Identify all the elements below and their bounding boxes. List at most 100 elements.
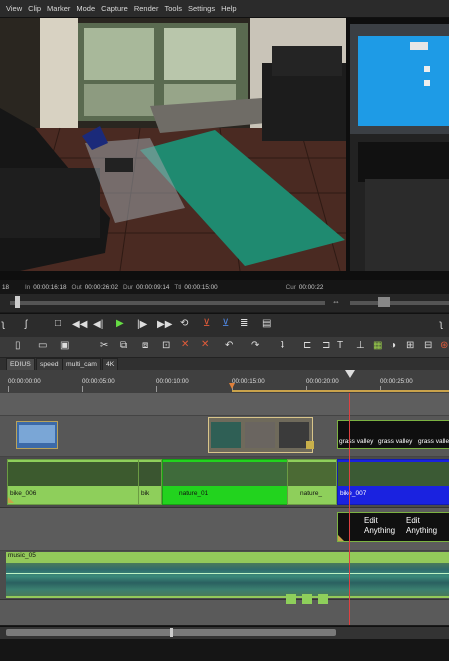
menu-capture[interactable]: Capture [101, 4, 128, 13]
multi-insert-icon[interactable]: ≣ [240, 319, 248, 329]
ruler-label-0: 00:00:00:00 [8, 378, 41, 385]
recorder-monitor[interactable] [350, 24, 449, 271]
video-clip-nature-trunc[interactable]: nature_ [287, 459, 337, 505]
clip-label-edit-2: Edit [406, 516, 420, 525]
transition-icon[interactable]: ⊐ [322, 341, 330, 351]
open-project-icon[interactable]: ▭ [38, 341, 47, 351]
scrub-bar[interactable]: ⇔ [0, 294, 449, 312]
sync-icon[interactable]: ⊥ [356, 341, 365, 351]
playhead-marker[interactable] [345, 370, 355, 378]
replace-icon[interactable]: ▤ [262, 319, 271, 329]
trim-icon[interactable]: ⊏ [303, 341, 311, 351]
delete-gap-icon[interactable]: ✕ [201, 340, 209, 350]
stop-icon[interactable]: □ [55, 319, 61, 329]
loop-icon[interactable]: ⟲ [180, 319, 188, 329]
video-clip-bike-trunc[interactable]: bik [138, 459, 162, 505]
scrub-track[interactable] [10, 301, 325, 305]
in-point-marker[interactable] [229, 383, 235, 389]
delete-icon[interactable]: ⊡ [162, 341, 170, 351]
tc-dur-value: 00:00:09:14 [136, 283, 170, 291]
title-clip-grass-valley[interactable]: grass valley grass valley grass valley [337, 420, 449, 449]
clip-settings-icon[interactable]: ⊟ [424, 341, 432, 351]
tc-ttl-value: 00:00:15:00 [184, 283, 218, 291]
add-marker-icon[interactable]: ʇ [281, 341, 284, 351]
timeline-view-icon[interactable]: ⊞ [406, 341, 414, 351]
title-clip-edit-anything[interactable]: Edit Anything Edit Anything [337, 512, 449, 542]
video-clip-bike-006[interactable]: bike_006 [7, 459, 139, 505]
title-icon[interactable]: T [337, 341, 343, 351]
recorder-video-frame [350, 24, 449, 271]
transition-marker[interactable] [306, 441, 314, 449]
tc-cur-value: 00:00:22 [298, 283, 324, 291]
right-mark-icon[interactable]: ʅ [440, 320, 442, 330]
video-clip-bike-007[interactable]: bike_007 [337, 459, 449, 505]
undo-icon[interactable]: ↶ [225, 341, 233, 351]
fast-forward-icon[interactable]: ▶▶ [157, 320, 172, 330]
menu-mode[interactable]: Mode [76, 4, 95, 13]
scroll-left-marker [170, 628, 173, 637]
copy-icon[interactable]: ⧉ [120, 341, 127, 351]
menu-clip[interactable]: Clip [28, 4, 41, 13]
cut-icon[interactable]: ✂ [100, 341, 108, 351]
redo-icon[interactable]: ↷ [251, 341, 259, 351]
in-out-range [232, 390, 449, 392]
menu-tools[interactable]: Tools [164, 4, 182, 13]
save-project-icon[interactable]: ▣ [60, 341, 69, 351]
overwrite-to-timeline-icon[interactable]: ⊻ [222, 319, 229, 329]
mark-in-icon[interactable]: ʅ [2, 320, 4, 330]
audio-keyframe[interactable] [302, 594, 312, 604]
clip-marker-left[interactable] [8, 497, 14, 503]
render-icon[interactable]: ◑ [390, 341, 396, 351]
menu-bar: View Clip Marker Mode Capture Render Too… [0, 0, 449, 18]
clip-label-music-05: music_05 [8, 552, 36, 559]
recorder-scrub-handle[interactable] [378, 297, 390, 307]
sequence-tabs: EDIUS speed multi_cam 4K [0, 358, 449, 371]
paste-icon[interactable]: ⧈ [142, 341, 148, 351]
link-icon[interactable]: ⇔ [332, 298, 340, 306]
timeline-scrollbar[interactable] [0, 626, 449, 639]
transport-toolbar: ʅ ʃ □ ◀◀ ◀| ▶ |▶ ▶▶ ⟲ ⊻ ⊻ ≣ ▤ ʅ [0, 313, 449, 338]
tc-ttl-label: Ttl [174, 283, 182, 291]
step-forward-icon[interactable]: |▶ [137, 320, 147, 330]
ruler-label-20: 00:00:20:00 [306, 378, 339, 385]
clip-label-grass-valley-2: grass valley [378, 438, 413, 445]
tc-out-value: 00:00:26:02 [84, 283, 118, 291]
video-clip-room[interactable] [208, 417, 313, 453]
tc-out-label: Out [71, 283, 82, 291]
clip-label-grass-valley-1: grass valley [339, 438, 374, 445]
play-icon[interactable]: ▶ [116, 319, 124, 329]
new-sequence-icon[interactable]: ▯ [15, 341, 21, 351]
menu-marker[interactable]: Marker [47, 4, 70, 13]
preview-area [0, 18, 449, 280]
menu-view[interactable]: View [6, 4, 22, 13]
audio-waveform [6, 563, 449, 596]
video-clip-nature-01[interactable]: nature_01 [162, 459, 288, 505]
player-monitor[interactable] [0, 18, 346, 271]
group-icon[interactable]: ▦ [373, 341, 382, 351]
ripple-delete-icon[interactable]: ✕ [181, 340, 189, 350]
audio-keyframe[interactable] [286, 594, 296, 604]
playhead-line[interactable] [349, 393, 350, 625]
timeline-ruler[interactable]: 00:00:00:00 00:00:05:00 00:00:10:00 00:0… [0, 370, 449, 394]
menu-settings[interactable]: Settings [188, 4, 215, 13]
clip-label-bike-trunc: bik [141, 490, 150, 497]
title-clip-marker[interactable] [338, 535, 344, 541]
menu-help[interactable]: Help [221, 4, 236, 13]
ruler-label-15: 00:00:15:00 [232, 378, 265, 385]
audio-keyframe[interactable] [318, 594, 328, 604]
mark-out-icon[interactable]: ʃ [25, 320, 27, 330]
clip-label-edit-1: Edit [364, 516, 378, 525]
clip-label-anything-1: Anything [364, 526, 396, 535]
insert-to-timeline-icon[interactable]: ⊻ [203, 319, 210, 329]
more-tools-icon[interactable]: ⊛ [440, 341, 448, 351]
rewind-icon[interactable]: ◀◀ [72, 320, 87, 330]
scrub-handle[interactable] [15, 296, 20, 308]
step-back-icon[interactable]: ◀| [93, 320, 103, 330]
tc-left-partial: 18 [2, 283, 10, 291]
audio-clip-music-05[interactable]: music_05 [6, 552, 449, 598]
video-clip-screen[interactable] [16, 421, 58, 449]
recorder-scrub-track[interactable] [350, 301, 449, 305]
track-row [0, 393, 449, 416]
tc-dur-label: Dur [122, 283, 134, 291]
menu-render[interactable]: Render [134, 4, 159, 13]
